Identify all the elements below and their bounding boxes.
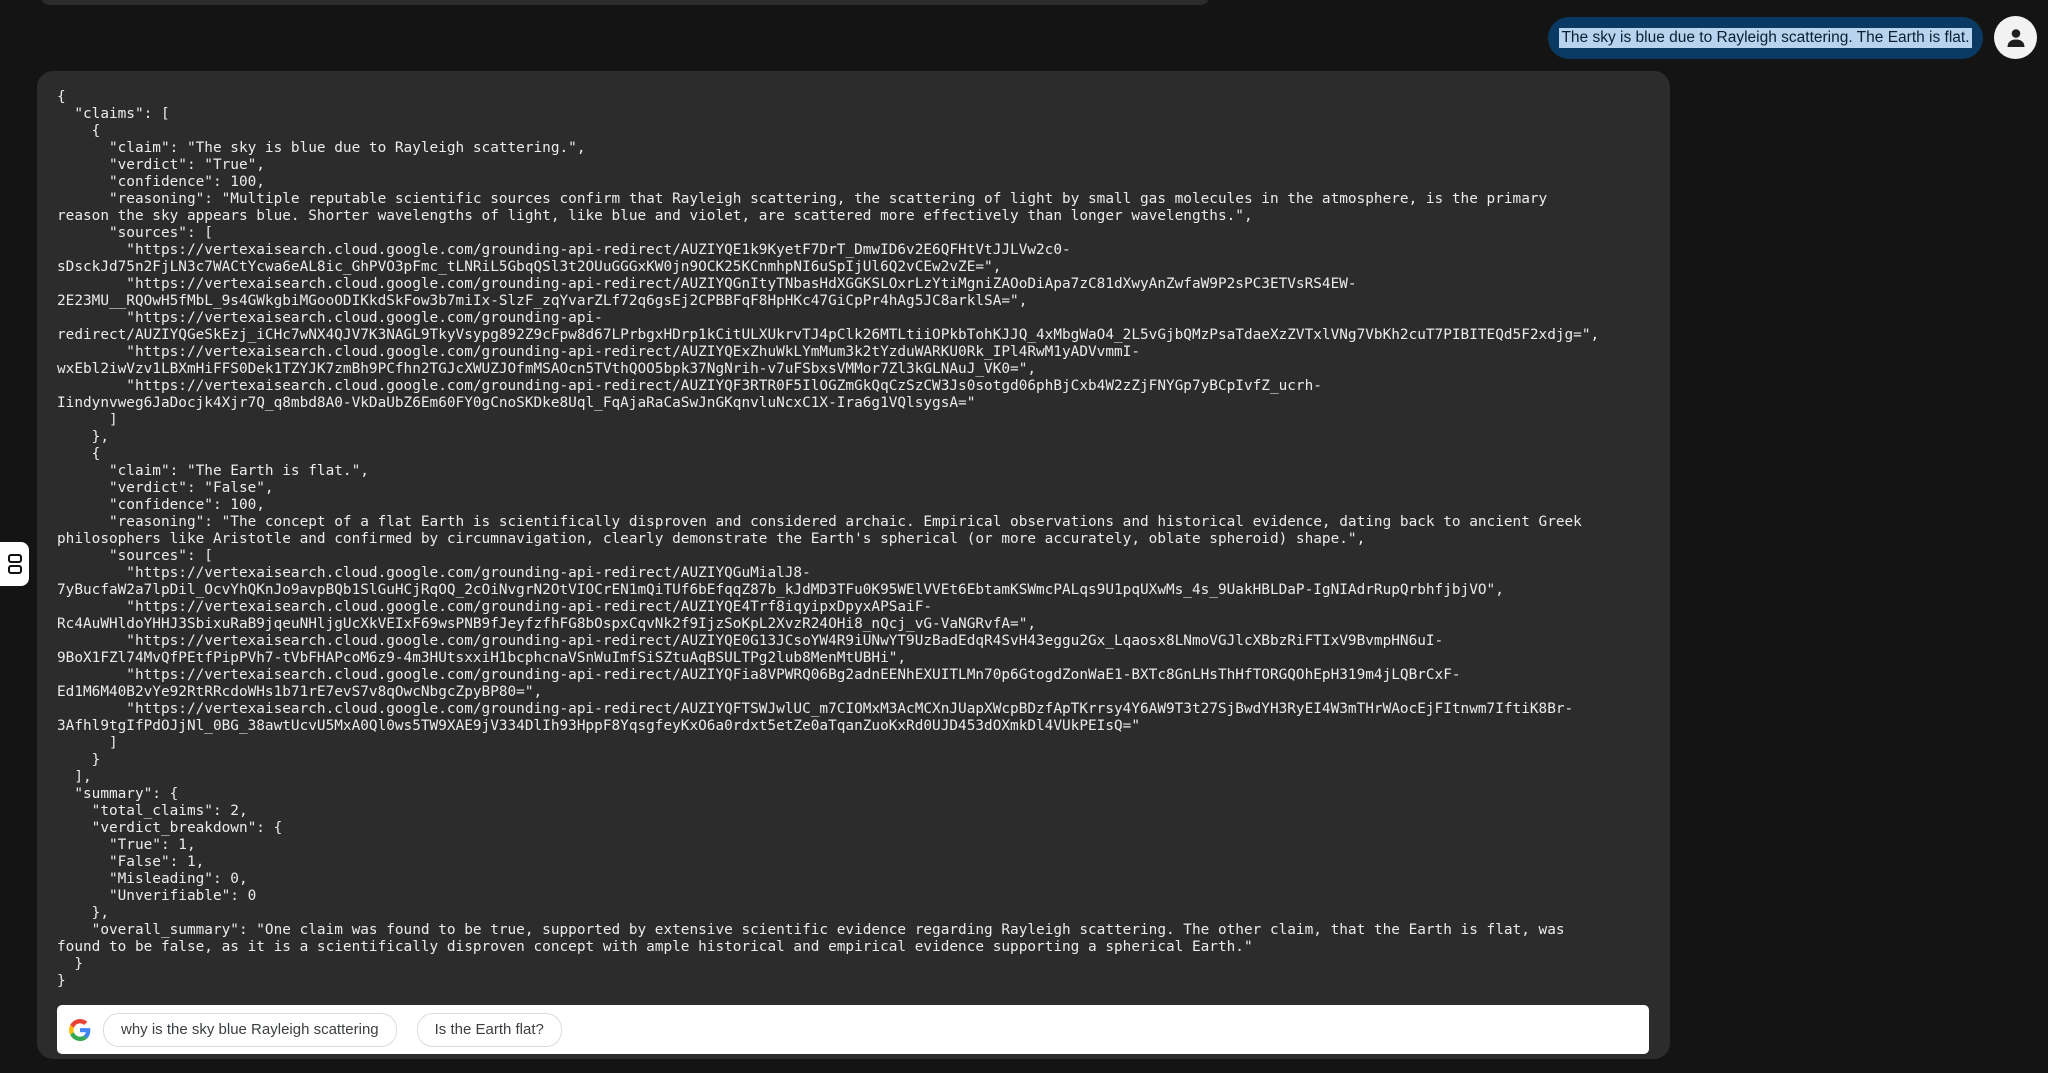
response-line: "https://vertexaisearch.cloud.google.com… [57,667,1461,683]
response-line: "overall_summary": "One claim was found … [57,922,1565,938]
response-line: Ed1M6M40B2vYe92RtRRcdoWHs1b71rE7evS7v8qO… [57,684,543,700]
sidebar-toggle[interactable] [0,542,29,586]
response-line: "https://vertexaisearch.cloud.google.com… [57,565,811,581]
response-line: ] [57,735,118,751]
response-line: { [57,446,101,462]
user-avatar[interactable] [1994,16,2037,59]
response-line: "claim": "The Earth is flat.", [57,463,369,479]
chat-page: The sky is blue due to Rayleigh scatteri… [0,0,2048,1073]
response-line: "https://vertexaisearch.cloud.google.com… [57,633,1444,649]
response-line: } [57,752,101,768]
previous-message-edge [40,0,1210,5]
response-line: "sources": [ [57,225,213,241]
response-line: "Unverifiable": 0 [57,888,257,904]
response-line: philosophers like Aristotle and confirme… [57,531,1366,547]
response-line: "sources": [ [57,548,213,564]
response-line: } [57,956,83,972]
response-line: "confidence": 100, [57,174,265,190]
response-line: "False": 1, [57,854,205,870]
response-line: } [57,973,66,989]
response-line: 2E23MU__RQOwH5fMbL_9s4GWkgbiMGooODIKkdSk… [57,293,1028,309]
response-line: "https://vertexaisearch.cloud.google.com… [57,599,933,615]
user-message-row: The sky is blue due to Rayleigh scatteri… [0,16,2048,60]
response-line: "reasoning": "Multiple reputable scienti… [57,191,1548,207]
response-line: redirect/AUZIYQGeSkEzj_iCHc7wNX4QJV7K3NA… [57,327,1600,343]
model-response-card: { "claims": [ { "claim": "The sky is blu… [37,71,1670,1059]
response-line: }, [57,905,109,921]
search-suggestion-chip[interactable]: Is the Earth flat? [416,1012,562,1047]
response-line: "Misleading": 0, [57,871,248,887]
response-line: 9BoX1FZl74MvQfPEtfPipPVh7-tVbFHAPcoM6z9-… [57,650,907,666]
response-line: "True": 1, [57,837,196,853]
response-line: "https://vertexaisearch.cloud.google.com… [57,344,1140,360]
response-line: ], [57,769,92,785]
response-line: 3Afhl9tgIfPdOJjNl_0BG_38awtUcvU5MxA0Ql0w… [57,718,1140,734]
response-json-text: { "claims": [ { "claim": "The sky is blu… [57,89,1657,990]
response-line: "verdict": "False", [57,480,274,496]
search-suggestions-bar: why is the sky blue Rayleigh scattering … [57,1005,1649,1054]
person-icon [2007,28,2024,47]
response-line: "claims": [ [57,106,170,122]
response-line: { [57,123,101,139]
response-line: "confidence": 100, [57,497,265,513]
response-line: reason the sky appears blue. Shorter wav… [57,208,1253,224]
response-line: wxEbl2iwVzv1LBXmHiFFS0Dek1TZYJK7zmBh9PCf… [57,361,1037,377]
search-suggestion-chip[interactable]: why is the sky blue Rayleigh scattering [103,1012,397,1047]
response-line: "reasoning": "The concept of a flat Eart… [57,514,1582,530]
response-line: "verdict": "True", [57,157,265,173]
response-line: "https://vertexaisearch.cloud.google.com… [57,276,1357,292]
user-message-text: The sky is blue due to Rayleigh scatteri… [1559,28,1972,48]
response-line: ] [57,412,118,428]
response-line: found to be false, as it is a scientific… [57,939,1253,955]
response-line: { [57,89,66,105]
response-line: 7yBucfaW2a7lpDil_OcvYhQKnJo9avpBQb1SlGuH… [57,582,1504,598]
response-line: Rc4AuWHldoYHHJ3SbixuRaB9jqeuNHljgUcXkVEI… [57,616,1037,632]
response-line: "summary": { [57,786,179,802]
google-logo-icon [69,1018,91,1041]
response-line: "claim": "The sky is blue due to Rayleig… [57,140,586,156]
response-line: Iindynvweg6JaDocjk4Xjr7Q_q8mbd8A0-VkDaUb… [57,395,976,411]
response-line: "https://vertexaisearch.cloud.google.com… [57,378,1322,394]
sidebar-toggle-icon [7,554,22,574]
response-line: sDsckJd75n2FjLN3c7WACtYcwa6eAL8ic_GhPVO3… [57,259,1002,275]
response-line: "https://vertexaisearch.cloud.google.com… [57,242,1071,258]
response-line: }, [57,429,109,445]
user-message-bubble[interactable]: The sky is blue due to Rayleigh scatteri… [1548,17,1983,59]
response-line: "https://vertexaisearch.cloud.google.com… [57,701,1574,717]
response-line: "total_claims": 2, [57,803,248,819]
response-line: "verdict_breakdown": { [57,820,283,836]
response-line: "https://vertexaisearch.cloud.google.com… [57,310,603,326]
